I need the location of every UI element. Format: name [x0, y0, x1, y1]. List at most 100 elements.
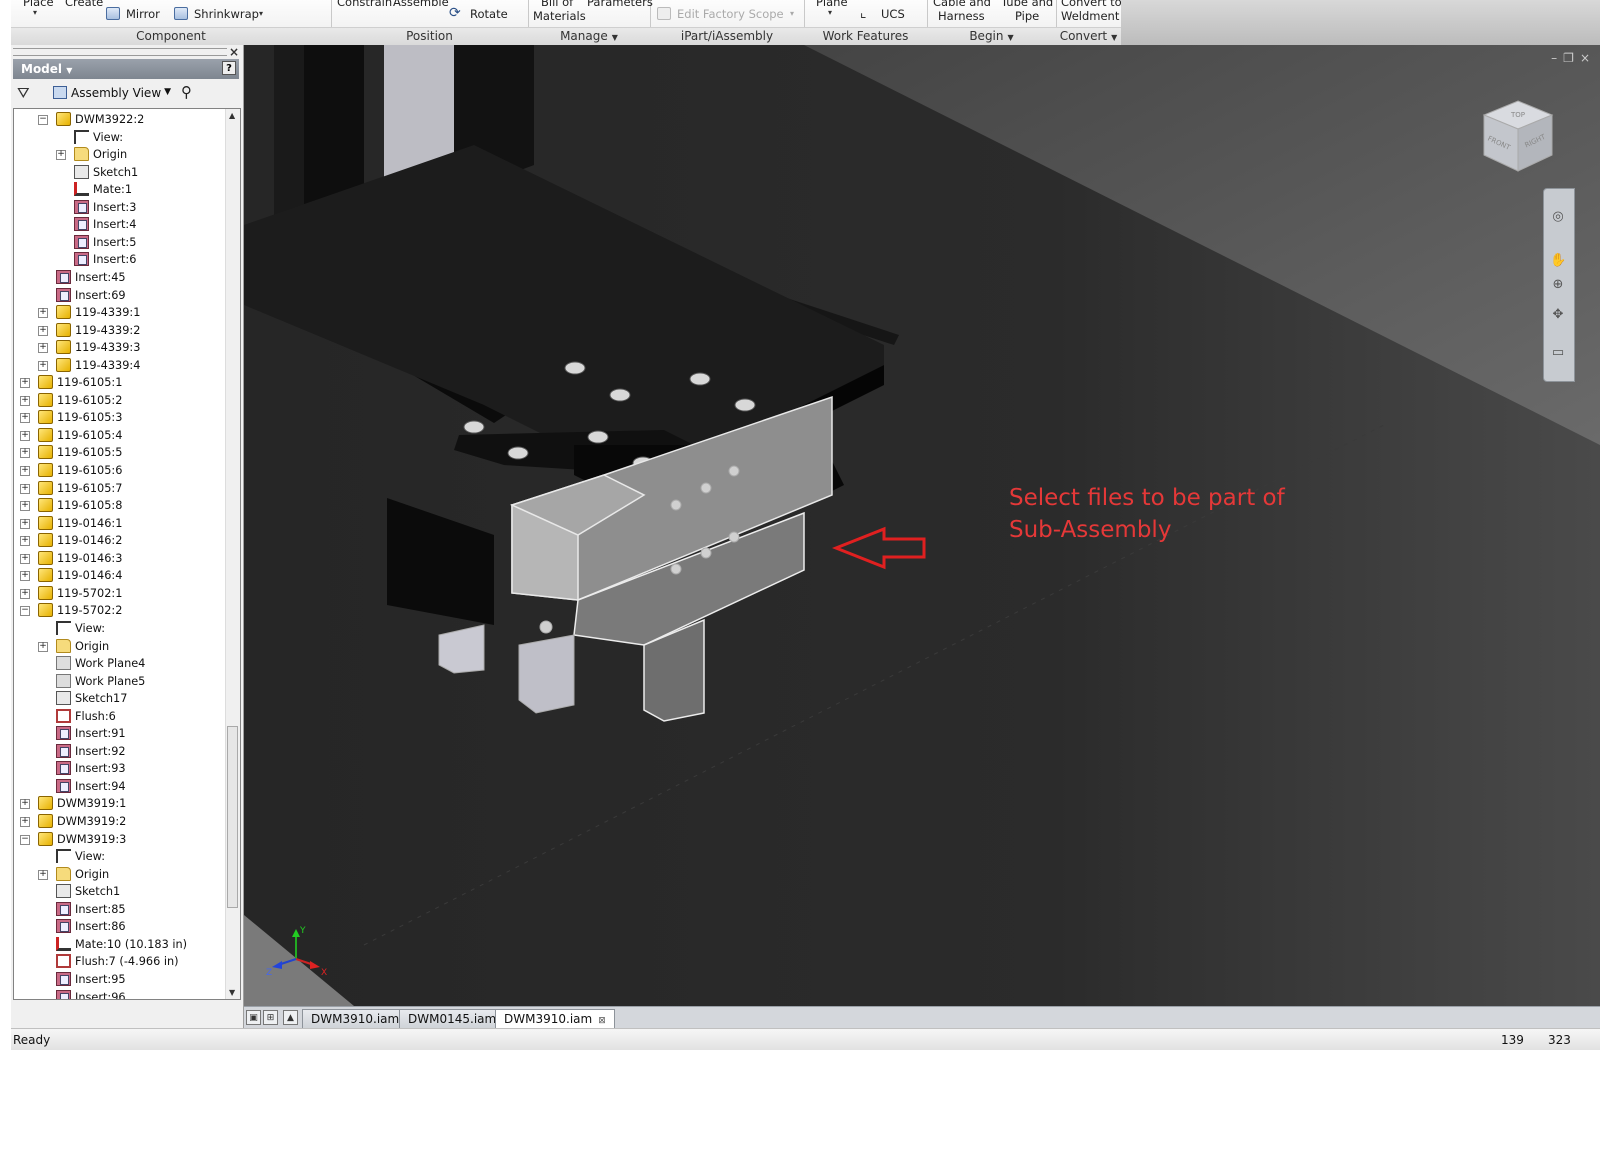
expand-icon[interactable]: + — [20, 817, 30, 827]
constrain-button[interactable]: Constrain — [337, 0, 392, 9]
look-at-icon[interactable]: ▭ — [1550, 345, 1566, 361]
tree-item-label: 119-6105:7 — [57, 481, 123, 495]
expand-icon[interactable]: + — [20, 378, 30, 389]
assembly-icon — [38, 550, 53, 565]
expand-icon[interactable]: + — [20, 518, 30, 529]
assembly-view-select[interactable]: Assembly View ▼ — [51, 84, 171, 102]
parameters-button[interactable]: Parameters — [587, 0, 653, 9]
ucs-button[interactable]: UCS — [881, 8, 905, 21]
tree-scroll-thumb[interactable] — [227, 726, 238, 908]
assembly-icon — [38, 463, 53, 477]
tube-pipe-button-line1[interactable]: Tube and — [1001, 0, 1053, 9]
expand-icon[interactable]: + — [20, 799, 30, 810]
expand-icon[interactable]: + — [20, 553, 30, 564]
collapse-icon[interactable]: − — [38, 115, 48, 125]
tile-windows-icon[interactable]: ⊞ — [263, 1010, 278, 1025]
tree-item-label: Insert:92 — [75, 744, 126, 758]
ucs-icon[interactable]: ⌞ — [860, 5, 867, 21]
cascade-windows-icon[interactable]: ▣ — [246, 1010, 261, 1025]
steering-wheel-icon[interactable]: ◎ — [1550, 209, 1566, 225]
navigation-bar: ◎ ✋ ⊕ ✥ ▭ — [1543, 188, 1575, 382]
close-icon[interactable]: × — [229, 45, 239, 59]
help-icon[interactable]: ? — [222, 61, 236, 75]
expand-icon[interactable]: + — [20, 395, 30, 406]
tree-scrollbar[interactable]: ▲ ▼ — [225, 109, 240, 999]
expand-icon[interactable]: + — [38, 869, 48, 880]
open-documents-menu-icon[interactable]: ▲ — [283, 1010, 298, 1025]
viewcube[interactable]: TOP FRONT RIGHT — [1478, 97, 1558, 177]
plane-dropdown-icon[interactable]: ▾ — [828, 8, 832, 17]
expand-icon[interactable]: + — [20, 501, 30, 512]
expand-icon[interactable]: + — [20, 466, 30, 476]
expand-icon[interactable]: + — [20, 571, 30, 582]
viewport-window-controls[interactable]: –❐× — [1551, 51, 1596, 65]
convert-group-title[interactable]: Convert ▼ — [1056, 27, 1121, 45]
chevron-down-icon[interactable]: ▼ — [164, 87, 171, 97]
convert-weldment-button-line1[interactable]: Convert to — [1061, 0, 1122, 9]
expand-icon[interactable]: + — [38, 343, 48, 354]
create-button[interactable]: Create — [65, 0, 103, 9]
expand-icon[interactable]: + — [20, 430, 30, 441]
document-tab[interactable]: DWM3910.iam ⊠ — [495, 1009, 615, 1028]
expand-icon[interactable]: + — [20, 536, 30, 547]
tree-item-label: Insert:95 — [75, 972, 126, 986]
manage-group-title[interactable]: Manage ▼ — [528, 27, 650, 45]
shrinkwrap-dropdown-icon[interactable]: ▾ — [259, 9, 263, 18]
expand-icon[interactable]: + — [56, 150, 66, 161]
cable-harness-button-line1[interactable]: Cable and — [933, 0, 991, 9]
bill-of-materials-button-line2[interactable]: Materials — [533, 10, 586, 23]
minimize-icon[interactable]: – — [1551, 51, 1563, 65]
rotate-icon[interactable]: ⟳ — [449, 5, 461, 21]
expand-icon[interactable]: + — [38, 641, 48, 652]
pan-hand-icon[interactable]: ✋ — [1550, 253, 1566, 269]
ribbon-group-convert: Convert to Weldment Convert ▼ — [1056, 0, 1122, 45]
edit-factory-scope-button[interactable]: Edit Factory Scope — [677, 8, 784, 21]
cable-harness-button-line2[interactable]: Harness — [938, 10, 985, 23]
edit-factory-scope-dropdown-icon[interactable]: ▾ — [790, 9, 794, 18]
filter-icon[interactable]: ⛛ — [17, 84, 30, 102]
assembly-icon — [56, 322, 71, 337]
model-browser-header[interactable]: Model ▼ ? — [13, 59, 239, 79]
collapse-icon[interactable]: − — [20, 834, 30, 845]
assembly-model-render[interactable] — [244, 45, 1600, 1006]
shrinkwrap-icon[interactable] — [174, 7, 188, 20]
convert-weldment-button-line2[interactable]: Weldment — [1061, 10, 1119, 23]
mirror-button[interactable]: Mirror — [126, 8, 160, 21]
place-dropdown-icon[interactable]: ▾ — [33, 8, 37, 17]
close-tab-icon[interactable]: ⊠ — [598, 1016, 606, 1026]
zoom-icon[interactable]: ⊕ — [1550, 277, 1566, 293]
expand-icon[interactable]: + — [20, 448, 30, 459]
scroll-down-icon[interactable]: ▼ — [229, 988, 235, 997]
tree-item-label: Insert:3 — [93, 200, 137, 214]
begin-group-title[interactable]: Begin ▼ — [927, 27, 1056, 45]
expand-icon[interactable]: + — [38, 325, 48, 336]
panel-grip[interactable] — [13, 48, 227, 56]
shrinkwrap-button[interactable]: Shrinkwrap — [194, 8, 259, 21]
y-axis-arrow — [292, 929, 300, 937]
expand-icon[interactable]: + — [20, 483, 30, 494]
rotate-button[interactable]: Rotate — [470, 8, 508, 21]
scroll-up-icon[interactable]: ▲ — [229, 111, 235, 120]
expand-icon[interactable]: + — [38, 360, 48, 371]
document-tab[interactable]: DWM3910.iam — [302, 1009, 409, 1028]
document-tab[interactable]: DWM0145.iam — [399, 1009, 506, 1028]
mirror-icon[interactable] — [106, 7, 120, 20]
place-button[interactable]: Place — [23, 0, 54, 9]
bill-of-materials-button-line1[interactable]: Bill of — [541, 0, 573, 9]
assemble-button[interactable]: Assemble — [393, 0, 449, 9]
orbit-icon[interactable]: ✥ — [1550, 307, 1566, 323]
tube-pipe-button-line2[interactable]: Pipe — [1015, 10, 1039, 23]
chevron-down-icon[interactable]: ▼ — [66, 66, 72, 75]
work-plane-icon — [56, 656, 71, 671]
3d-viewport[interactable]: Select files to be part of Sub-Assembly … — [244, 45, 1600, 1006]
close-icon[interactable]: × — [1580, 51, 1596, 65]
collapse-icon[interactable]: − — [20, 606, 30, 617]
find-binoculars-icon[interactable]: ⚲ — [181, 83, 192, 101]
part-icon — [56, 287, 71, 302]
expand-icon[interactable]: + — [20, 413, 30, 424]
restore-icon[interactable]: ❐ — [1563, 51, 1580, 65]
expand-icon[interactable]: + — [38, 308, 48, 319]
assembly-icon — [38, 515, 53, 530]
tree-item-label: Insert:86 — [75, 920, 126, 934]
expand-icon[interactable]: + — [20, 588, 30, 599]
